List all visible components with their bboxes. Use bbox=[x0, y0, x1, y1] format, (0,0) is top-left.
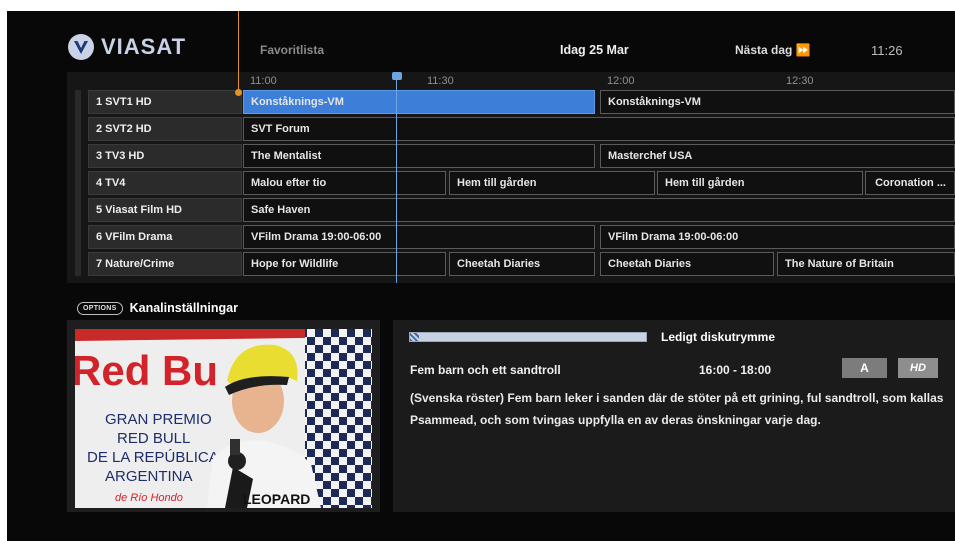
age-rating-badge: A bbox=[842, 358, 887, 378]
channel-rows: 1 SVT1 HD Konståknings-VM Konståknings-V… bbox=[67, 90, 955, 283]
program-description: (Svenska röster) Fem barn leker i sanden… bbox=[410, 391, 944, 427]
program-cell[interactable]: Konståknings-VM bbox=[243, 90, 595, 114]
annotation-dot bbox=[235, 89, 242, 96]
hd-badge: HD bbox=[898, 358, 938, 378]
program-title: Cheetah Diaries bbox=[457, 258, 541, 270]
channel-settings-label: Kanalinställningar bbox=[129, 301, 238, 315]
program-cell[interactable]: Cheetah Diaries bbox=[449, 252, 595, 276]
program-title: VFilm Drama 19:00-06:00 bbox=[251, 231, 382, 243]
channel-row: 2 SVT2 HD SVT Forum bbox=[67, 117, 955, 142]
channel-label[interactable]: 3 TV3 HD bbox=[88, 144, 259, 168]
channel-row: 1 SVT1 HD Konståknings-VM Konståknings-V… bbox=[67, 90, 955, 115]
time-tick: 12:00 bbox=[607, 75, 635, 87]
viasat-logo: VIASAT bbox=[67, 33, 186, 61]
disk-space-label: Ledigt diskutrymme bbox=[661, 330, 776, 344]
program-cell[interactable]: VFilm Drama 19:00-06:00 bbox=[243, 225, 595, 249]
program-title: Konståknings-VM bbox=[251, 96, 344, 108]
program-title: The Nature of Britain bbox=[785, 258, 894, 270]
options-bar: OPTIONS Kanalinställningar bbox=[77, 300, 238, 316]
program-cell[interactable]: Cheetah Diaries bbox=[600, 252, 774, 276]
sponsor-text: ARGENTINA bbox=[105, 468, 193, 485]
time-tick: 11:30 bbox=[427, 75, 454, 87]
channel-name: 5 Viasat Film HD bbox=[96, 204, 182, 216]
program-cell[interactable]: The Mentalist bbox=[243, 144, 595, 168]
clock: 11:26 bbox=[871, 43, 903, 58]
program-title: Hem till gården bbox=[665, 177, 745, 189]
program-title: Fem barn och ett sandtroll bbox=[410, 363, 561, 377]
channel-row: 6 VFilm Drama VFilm Drama 19:00-06:00 VF… bbox=[67, 225, 955, 250]
current-time-line bbox=[396, 72, 397, 283]
disk-space-bar bbox=[409, 332, 647, 342]
program-title: Cheetah Diaries bbox=[608, 258, 692, 270]
brand-name: VIASAT bbox=[101, 34, 187, 59]
channel-row: 3 TV3 HD The Mentalist Masterchef USA bbox=[67, 144, 955, 169]
program-cell[interactable]: Malou efter tio bbox=[243, 171, 446, 195]
favorites-list-tab[interactable]: Favoritlista bbox=[260, 43, 324, 57]
program-info-panel: Ledigt diskutrymme Fem barn och ett sand… bbox=[393, 320, 955, 512]
program-cell[interactable]: The Nature of Britain bbox=[777, 252, 955, 276]
annotation-line bbox=[238, 11, 239, 91]
epg-grid: 11:00 11:30 12:00 12:30 1 SVT1 HD Konstå… bbox=[67, 72, 955, 283]
current-time-marker bbox=[392, 72, 402, 80]
channel-row: 4 TV4 Malou efter tio Hem till gården He… bbox=[67, 171, 955, 196]
program-title: Malou efter tio bbox=[251, 177, 327, 189]
channel-label[interactable]: 2 SVT2 HD bbox=[88, 117, 259, 141]
tv-guide-screen: VIASAT Favoritlista Idag 25 Mar Nästa da… bbox=[7, 11, 955, 541]
channel-name: 2 SVT2 HD bbox=[96, 123, 152, 135]
program-title: Masterchef USA bbox=[608, 150, 693, 162]
program-time: 16:00 - 18:00 bbox=[699, 363, 772, 377]
program-cell[interactable]: Hem till gården bbox=[449, 171, 655, 195]
program-cell[interactable]: VFilm Drama 19:00-06:00 bbox=[600, 225, 955, 249]
time-tick: 12:30 bbox=[786, 75, 814, 87]
program-title: VFilm Drama 19:00-06:00 bbox=[608, 231, 739, 243]
channel-label[interactable]: 4 TV4 bbox=[88, 171, 259, 195]
channel-name: 4 TV4 bbox=[96, 177, 126, 189]
channel-name: 1 SVT1 HD bbox=[96, 96, 152, 108]
program-title: Konståknings-VM bbox=[608, 96, 701, 108]
program-cell[interactable]: Konståknings-VM bbox=[600, 90, 955, 114]
options-button[interactable]: OPTIONS bbox=[77, 301, 123, 315]
sponsor-text: GRAN PREMIO bbox=[105, 411, 212, 428]
channel-name: 7 Nature/Crime bbox=[96, 258, 175, 270]
channel-row: 7 Nature/Crime Hope for Wildlife Cheetah… bbox=[67, 252, 955, 277]
sponsor-text: Red Bu bbox=[75, 347, 218, 394]
viasat-logo-icon bbox=[68, 34, 94, 60]
next-day-button[interactable]: Nästa dag ⏩ bbox=[735, 43, 811, 57]
program-title: Coronation ... bbox=[875, 177, 946, 189]
time-tick: 11:00 bbox=[250, 75, 277, 87]
program-cell[interactable]: Hem till gården bbox=[657, 171, 863, 195]
channel-name: 6 VFilm Drama bbox=[96, 231, 173, 243]
timeline: 11:00 11:30 12:00 12:30 bbox=[67, 72, 955, 90]
video-preview: Red Bu GRAN PREMIO RED BULL DE LA REPÚBL… bbox=[75, 329, 372, 508]
program-title: Safe Haven bbox=[251, 204, 311, 216]
channel-label[interactable]: 6 VFilm Drama bbox=[88, 225, 259, 249]
channel-label[interactable]: 5 Viasat Film HD bbox=[88, 198, 259, 222]
live-preview-panel: Red Bu GRAN PREMIO RED BULL DE LA REPÚBL… bbox=[67, 320, 380, 512]
program-cell[interactable]: SVT Forum bbox=[243, 117, 955, 141]
program-title: Hem till gården bbox=[457, 177, 537, 189]
program-title: SVT Forum bbox=[251, 123, 310, 135]
program-cell[interactable]: Masterchef USA bbox=[600, 144, 955, 168]
sponsor-text: DE LA REPÚBLICA bbox=[87, 449, 219, 466]
program-title: The Mentalist bbox=[251, 150, 322, 162]
jacket-text: LEOPARD bbox=[243, 491, 310, 507]
disk-space-used bbox=[410, 333, 420, 341]
channel-label[interactable]: 7 Nature/Crime bbox=[88, 252, 259, 276]
sponsor-text: RED BULL bbox=[117, 430, 190, 447]
program-cell[interactable]: Safe Haven bbox=[243, 198, 955, 222]
channel-label[interactable]: 1 SVT1 HD bbox=[88, 90, 259, 114]
channel-name: 3 TV3 HD bbox=[96, 150, 145, 162]
sponsor-text: de Río Hondo bbox=[115, 492, 183, 504]
channel-row: 5 Viasat Film HD Safe Haven bbox=[67, 198, 955, 223]
program-title: Hope for Wildlife bbox=[251, 258, 339, 270]
program-cell[interactable]: Hope for Wildlife bbox=[243, 252, 446, 276]
program-cell[interactable]: Coronation ... bbox=[865, 171, 955, 195]
current-date: Idag 25 Mar bbox=[560, 43, 629, 57]
